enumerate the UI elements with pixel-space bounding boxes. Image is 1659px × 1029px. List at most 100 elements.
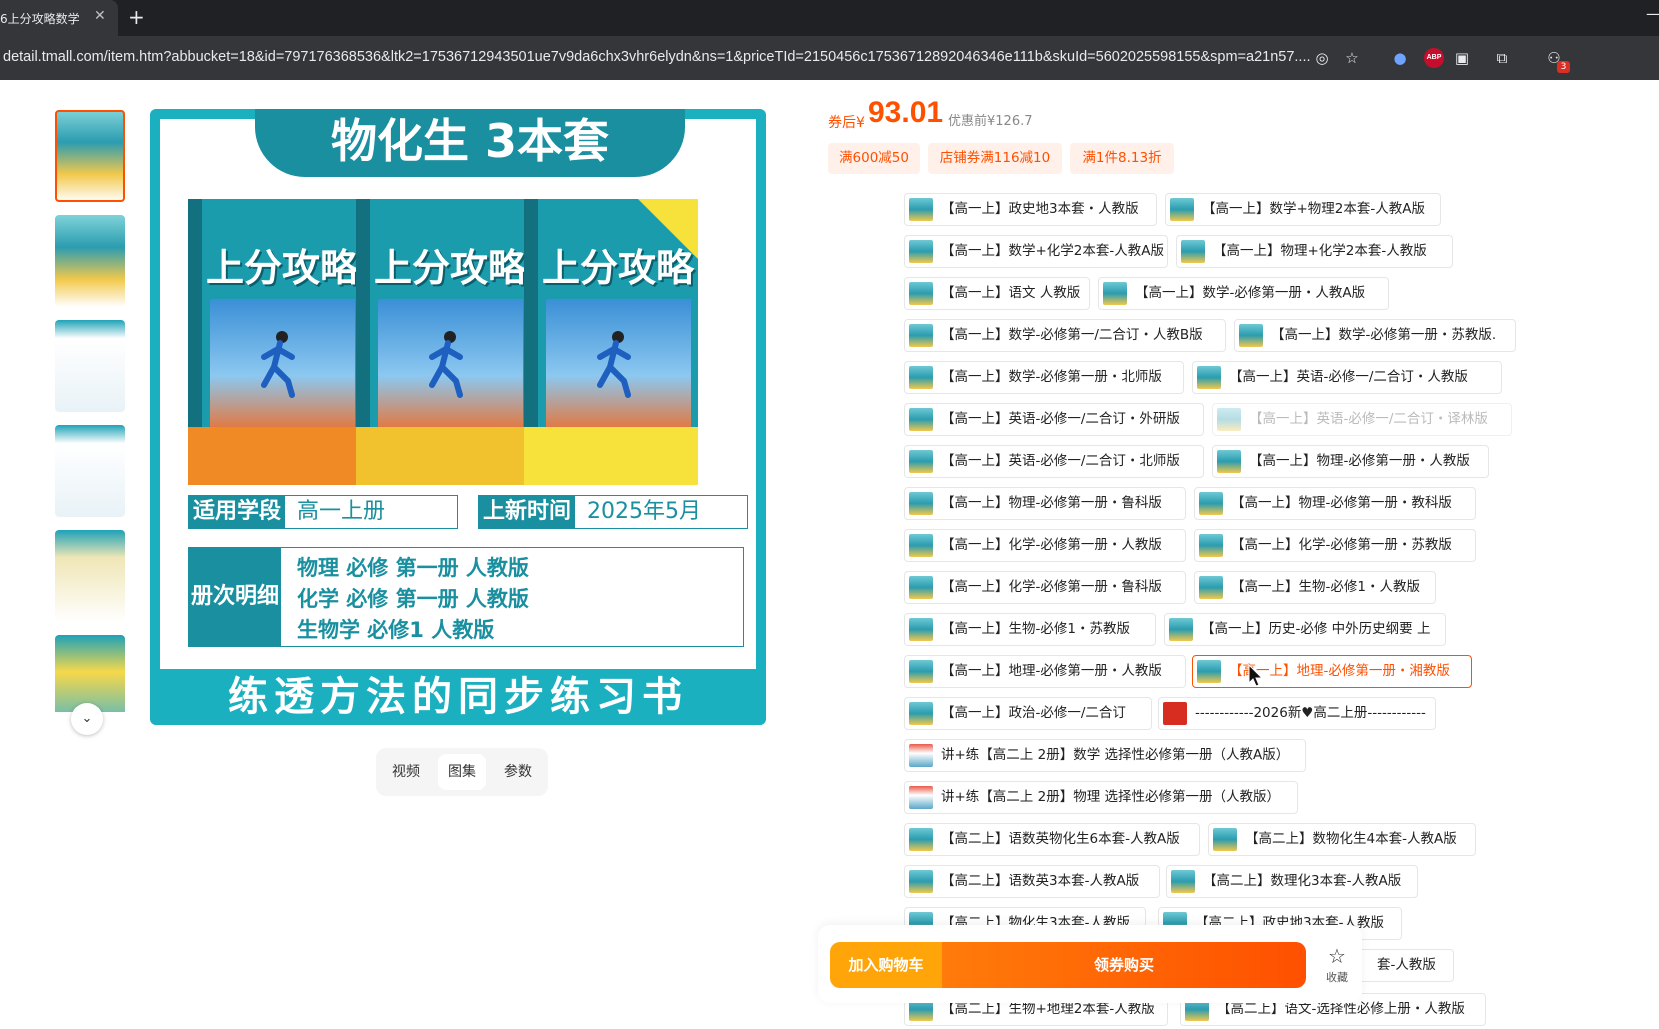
favorite-button[interactable]: ☆ 收藏	[1318, 945, 1356, 985]
sku-thumbnail	[909, 786, 933, 809]
sku-thumbnail	[1169, 618, 1193, 641]
extension-blue-icon[interactable]: ●	[1390, 48, 1410, 68]
tab-title: 6上分攻略数学	[0, 12, 80, 26]
promo-tag[interactable]: 满600减50	[828, 143, 920, 174]
sku-label: 【高一上】英语-必修一/二合订・外研版	[941, 411, 1180, 427]
sku-label: 【高一上】物理-必修第一册・人教版	[1249, 453, 1470, 469]
sku-label: 【高一上】英语-必修一/二合订・北师版	[941, 453, 1180, 469]
sku-label: 【高一上】数学+化学2本套-人教A版	[941, 243, 1165, 259]
sku-option[interactable]: 【高一上】化学-必修第一册・苏教版	[1194, 529, 1476, 562]
eye-slash-icon[interactable]: ◎	[1312, 48, 1332, 68]
sku-thumbnail	[909, 492, 933, 515]
sku-label: 【高一上】物理-必修第一册・教科版	[1231, 495, 1452, 511]
tab-video[interactable]: 视频	[382, 754, 430, 790]
sku-label: 【高一上】化学-必修第一册・人教版	[941, 537, 1162, 553]
price-prefix: 券后¥	[828, 115, 865, 131]
sku-label: 【高一上】数学-必修第一册・北师版	[941, 369, 1162, 385]
sku-option[interactable]: 【高一上】政治-必修一/二合订	[904, 697, 1152, 730]
sku-option[interactable]: 【高一上】物理+化学2本套-人教版	[1176, 235, 1453, 268]
adblock-icon[interactable]: ABP	[1424, 48, 1444, 68]
sku-option[interactable]: 【高一上】英语-必修一/二合订・人教版	[1192, 361, 1502, 394]
sku-option[interactable]: 【高一上】物理-必修第一册・教科版	[1194, 487, 1476, 520]
sku-option[interactable]: 【高一上】英语-必修一/二合订・外研版	[904, 403, 1204, 436]
sku-option[interactable]: 【高二上】语数英3本套-人教A版	[904, 865, 1160, 898]
sku-option[interactable]: 【高一上】生物-必修1・人教版	[1194, 571, 1436, 604]
sku-thumbnail	[1217, 408, 1241, 431]
sku-option[interactable]: 【高一上】英语-必修一/二合订・北师版	[904, 445, 1204, 478]
sku-option[interactable]: 【高二上】语数英物化生6本套-人教A版	[904, 823, 1200, 856]
sku-label: 【高一上】历史-必修 中外历史纲要 上	[1201, 621, 1431, 637]
sku-thumbnail	[1170, 198, 1194, 221]
buy-with-coupon-button[interactable]: 领券购买	[942, 942, 1306, 988]
sku-option[interactable]: 【高一上】数学-必修第一册・苏教版.	[1234, 319, 1516, 352]
extensions-puzzle-icon[interactable]: ⧉	[1492, 48, 1512, 68]
sku-thumbnail	[1199, 534, 1223, 557]
sku-option[interactable]: 讲+练【高二上 2册】物理 选择性必修第一册（人教版）	[904, 781, 1298, 814]
details-box: 册次明细 物理 必修 第一册 人教版 化学 必修 第一册 人教版 生物学 必修1…	[188, 547, 744, 647]
bookmark-star-icon[interactable]: ☆	[1342, 48, 1362, 68]
sku-thumbnail	[909, 282, 933, 305]
close-tab-icon[interactable]: ✕	[94, 8, 106, 24]
extension-icon[interactable]: ▣	[1452, 48, 1472, 68]
chevron-down-icon[interactable]: ⌄	[71, 703, 103, 735]
thumbnail[interactable]	[55, 110, 125, 202]
sku-thumbnail	[909, 324, 933, 347]
sku-thumbnail	[909, 828, 933, 851]
sku-label: 【高一上】英语-必修一/二合订・译林版	[1249, 411, 1488, 427]
stage-box: 适用学段 高一上册	[188, 495, 458, 529]
main-product-image[interactable]: 物化生 3本套 上分攻略 上分攻略 上分攻略 适用学段 高一上册 上新时间 20…	[150, 109, 766, 725]
sku-option[interactable]: 【高一上】历史-必修 中外历史纲要 上	[1164, 613, 1446, 646]
thumbnail[interactable]	[55, 635, 125, 712]
browser-tab-bar: 6上分攻略数学 ✕ + —	[0, 0, 1659, 36]
mouse-cursor-icon	[1248, 664, 1264, 687]
sku-option[interactable]: ------------2026新♥高二上册------------	[1158, 697, 1436, 730]
sku-option[interactable]: 【高一上】数学-必修第一册・北师版	[904, 361, 1184, 394]
image-title: 物化生 3本套	[255, 109, 685, 177]
sku-option-selected[interactable]: 【高一上】地理-必修第一册・湘教版	[1192, 655, 1472, 688]
sku-label: 【高一上】数学-必修第一册・苏教版.	[1271, 327, 1497, 343]
thumbnail-list	[46, 108, 126, 712]
url-field[interactable]: detail.tmall.com/item.htm?abbucket=18&id…	[3, 49, 1383, 65]
sku-option[interactable]: 【高二上】数物化生4本套-人教A版	[1208, 823, 1476, 856]
image-inner-panel: 物化生 3本套 上分攻略 上分攻略 上分攻略 适用学段 高一上册 上新时间 20…	[160, 109, 756, 669]
sku-option[interactable]: 【高一上】化学-必修第一册・鲁科版	[904, 571, 1186, 604]
sku-option[interactable]: 讲+练【高二上 2册】数学 选择性必修第一册（人教A版）	[904, 739, 1306, 772]
sku-thumbnail	[1181, 240, 1205, 263]
purchase-action-bar: 加入购物车 领券购买 ☆ 收藏	[818, 925, 1362, 1003]
promo-tag[interactable]: 满1件8.13折	[1070, 143, 1174, 174]
thumbnail[interactable]	[55, 320, 125, 412]
sku-option[interactable]: 【高一上】物理-必修第一册・鲁科版	[904, 487, 1186, 520]
sku-label: 【高二上】数物化生4本套-人教A版	[1245, 831, 1457, 847]
sku-label: 讲+练【高二上 2册】物理 选择性必修第一册（人教版）	[941, 789, 1280, 805]
sku-option[interactable]: 【高一上】数学-必修第一册・人教A版	[1098, 277, 1389, 310]
browser-tab[interactable]: 6上分攻略数学 ✕	[0, 0, 118, 36]
sku-thumbnail	[1103, 282, 1127, 305]
sku-option[interactable]: 【高一上】数学+物理2本套-人教A版	[1165, 193, 1441, 226]
sku-option[interactable]: 【高一上】物理-必修第一册・人教版	[1212, 445, 1489, 478]
sku-label: 【高一上】政史地3本套・人教版	[941, 201, 1139, 217]
sku-option[interactable]: 【高一上】数学-必修第一/二合订・人教B版	[904, 319, 1226, 352]
sku-label: 【高一上】生物-必修1・苏教版	[941, 621, 1130, 637]
sku-option[interactable]: 【高一上】化学-必修第一册・人教版	[904, 529, 1186, 562]
sku-option[interactable]: 【高一上】语文 人教版	[904, 277, 1090, 310]
sku-thumbnail	[909, 744, 933, 767]
promo-tag[interactable]: 店铺券满116减10	[928, 143, 1062, 174]
minimize-window-icon[interactable]: —	[1646, 4, 1659, 23]
tab-params[interactable]: 参数	[494, 754, 542, 790]
sku-option[interactable]: 【高二上】数理化3本套-人教A版	[1166, 865, 1418, 898]
new-tab-button[interactable]: +	[128, 5, 145, 29]
thumbnail[interactable]	[55, 530, 125, 622]
thumbnail[interactable]	[55, 425, 125, 517]
sku-option[interactable]: 【高一上】生物-必修1・苏教版	[904, 613, 1156, 646]
sku-thumbnail	[909, 702, 933, 725]
date-box: 上新时间 2025年5月	[478, 495, 748, 529]
sku-thumbnail	[909, 366, 933, 389]
original-price: 优惠前¥126.7	[948, 114, 1033, 129]
add-to-cart-button[interactable]: 加入购物车	[830, 942, 942, 988]
tab-gallery[interactable]: 图集	[438, 754, 486, 790]
sku-option[interactable]: 【高一上】政史地3本套・人教版	[904, 193, 1157, 226]
thumbnail[interactable]	[55, 215, 125, 307]
sku-label: 讲+练【高二上 2册】数学 选择性必修第一册（人教A版）	[941, 747, 1290, 763]
sku-option[interactable]: 【高一上】地理-必修第一册・人教版	[904, 655, 1186, 688]
sku-option[interactable]: 【高一上】数学+化学2本套-人教A版	[904, 235, 1168, 268]
